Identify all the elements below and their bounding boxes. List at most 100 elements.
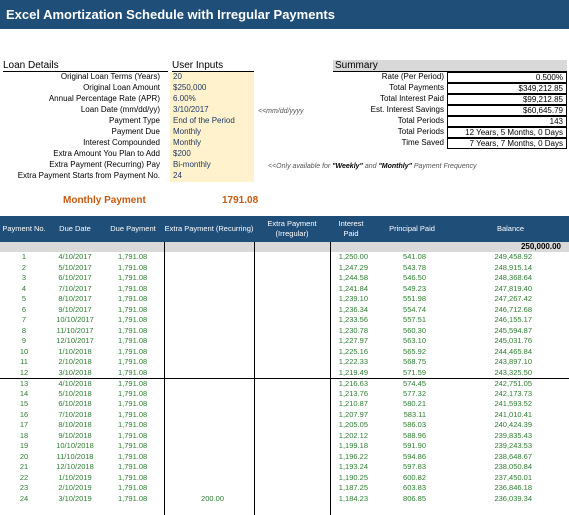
interest-paid-cell: 1,210.87 [338,399,368,408]
interest-paid-cell: 1,184.23 [338,493,368,503]
frequency-note: <<Only available for "Weekly" and "Month… [268,163,477,170]
interest-paid-cell: 1,239.10 [338,294,368,303]
principal-paid-cell: 546.50 [403,273,426,282]
loan-detail-input[interactable]: 24 [170,171,254,182]
loan-detail-label: Loan Date (mm/dd/yy) [80,105,160,114]
due-payment-cell: 1,791.08 [118,462,148,471]
table-row: 5 8/10/2017 1,791.08 1,239.10 551.98 247,267.… [0,294,569,305]
balance-cell: 243,325.50 [494,367,532,377]
interest-paid-cell: 1,193.24 [338,462,368,471]
loan-detail-input[interactable]: $200 [170,149,254,160]
loan-detail-input[interactable]: Bi-monthly [170,160,254,171]
balance-cell: 241,010.41 [494,409,532,419]
loan-detail-label: Payment Type [109,116,160,125]
due-date-cell: 3/10/2019 [58,493,92,503]
loan-detail-input[interactable]: End of the Period [170,116,254,127]
starting-balance: 250,000.00 [520,242,561,251]
header-interest-paid: Interest Paid [338,219,364,238]
loan-detail-input[interactable]: Monthly [170,138,254,149]
summary-label: Total Periods [397,127,444,136]
due-payment-cell: 1,791.08 [118,451,148,461]
due-date-cell: 4/10/2017 [58,252,92,261]
loan-detail-label: Extra Payment (Recurring) Pay [49,160,160,169]
table-row: 16 7/10/2018 1,791.08 1,207.97 583.11 241,010… [0,410,569,421]
due-date-cell: 8/10/2017 [58,294,92,303]
interest-paid-cell: 1,196.22 [338,451,368,461]
interest-paid-cell: 1,225.16 [338,346,368,356]
due-date-cell: 5/10/2017 [58,262,92,272]
due-date-cell: 7/10/2017 [58,283,92,293]
loan-detail-input[interactable]: 3/10/2017 [170,105,254,116]
header-due-payment: Due Payment [110,224,156,233]
due-payment-cell: 1,791.08 [118,315,148,324]
loan-detail-input[interactable]: Monthly [170,127,254,138]
due-payment-cell: 1,791.08 [118,472,148,482]
principal-paid-cell: 806.85 [403,493,426,503]
balance-cell: 244,465.84 [494,346,532,356]
due-payment-cell: 1,791.08 [118,304,148,314]
loan-detail-input[interactable]: 6.00% [170,94,254,105]
loan-detail-input[interactable]: $250,000 [170,83,254,94]
principal-paid-cell: 580.21 [403,399,426,408]
principal-paid-cell: 591.90 [403,441,426,450]
due-payment-cell: 1,791.08 [118,420,148,429]
payment-no-cell: 11 [20,357,28,366]
loan-detail-input[interactable]: 20 [170,72,254,83]
balance-cell: 236,846.18 [494,483,532,492]
balance-cell: 246,155.17 [494,315,532,324]
loan-detail-label: Extra Amount You Plan to Add [53,149,160,158]
loan-detail-label: Original Loan Terms (Years) [60,72,160,81]
due-payment-cell: 1,791.08 [118,441,148,450]
due-date-cell: 9/10/2018 [58,430,92,440]
balance-cell: 237,450.01 [494,472,532,482]
payment-no-cell: 5 [21,294,27,303]
balance-cell: 245,031.76 [494,336,532,345]
payment-no-cell: 23 [19,483,29,492]
table-row: 13 4/10/2018 1,791.08 1,216.63 574.45 242,751… [0,378,569,389]
monthly-payment-label: Monthly Payment [63,195,146,206]
header-payment-no: Payment No. [2,224,46,233]
user-inputs-heading: User Inputs [172,60,254,72]
table-row: 2 5/10/2017 1,791.08 1,247.29 543.78 248,915.… [0,263,569,274]
principal-paid-cell: 543.78 [403,262,426,272]
due-date-cell: 1/10/2018 [58,346,92,356]
balance-cell: 249,458.92 [494,252,532,261]
summary-label: Est. Interest Savings [370,105,444,114]
table-row: 11 2/10/2018 1,791.08 1,222.33 568.75 243,897… [0,357,569,368]
due-date-cell: 11/10/2017 [56,325,94,335]
balance-cell: 240,424.39 [494,420,532,429]
table-row: 14 5/10/2018 1,791.08 1,213.76 577.32 242,173… [0,389,569,400]
table-row: 17 8/10/2018 1,791.08 1,205.05 586.03 240,424… [0,420,569,431]
due-payment-cell: 1,791.08 [118,357,148,366]
due-date-cell: 2/10/2019 [58,483,92,492]
due-date-cell: 1/10/2019 [58,472,92,482]
loan-detail-label: Interest Compounded [83,138,160,147]
payment-no-cell: 13 [19,379,29,388]
balance-cell: 242,173.73 [494,388,532,398]
frequency-note-weekly: "Weekly" [332,163,363,170]
payment-no-cell: 19 [19,441,29,450]
principal-paid-cell: 571.59 [403,367,426,377]
due-date-cell: 7/10/2018 [58,409,92,419]
payment-no-cell: 7 [21,315,27,324]
due-payment-cell: 1,791.08 [118,379,148,388]
due-date-cell: 2/10/2018 [58,357,92,366]
interest-paid-cell: 1,202.12 [338,430,368,440]
balance-cell: 239,835.43 [494,430,532,440]
summary-label: Total Periods [397,116,444,125]
payment-no-cell: 12 [19,367,29,377]
summary-label: Total Payments [389,83,444,92]
summary-label: Total Interest Paid [379,94,444,103]
due-payment-cell: 1,791.08 [118,483,148,492]
due-payment-cell: 1,791.08 [118,409,148,419]
header-extra-irregular: Extra Payment (Irregular) [267,219,317,238]
date-format-hint: <<mm/dd/yyyy [258,108,304,115]
loan-detail-label: Extra Payment Starts from Payment No. [17,171,160,180]
interest-paid-cell: 1,241.84 [338,283,368,293]
payment-no-cell: 14 [19,388,29,398]
balance-cell: 238,648.67 [494,451,532,461]
summary-value: 7 Years, 7 Months, 0 Days [447,138,567,149]
principal-paid-cell: 549.23 [403,283,426,293]
summary-value: $349,212.85 [447,83,567,94]
interest-paid-cell: 1,216.63 [338,379,368,388]
